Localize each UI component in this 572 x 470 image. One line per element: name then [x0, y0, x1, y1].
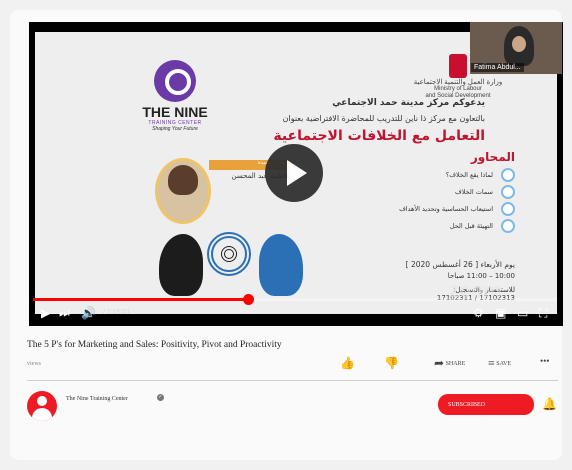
volume-icon[interactable]: 🔊 — [81, 306, 96, 320]
control-bar: ▶ ⏭ 🔊 / 1:15:01 ⚙ ▣ ▭ ⛶ — [29, 304, 563, 324]
bell-icon[interactable]: 🔔 — [542, 397, 557, 412]
ministry-arabic: وزارة العمل والتنمية الاجتماعية — [413, 79, 503, 86]
save-button[interactable]: ≡ SAVE — [488, 356, 511, 371]
subscribe-button[interactable]: SUBSCRIBED — [438, 394, 534, 415]
play-button[interactable] — [265, 144, 323, 202]
axes-item: التهيئة قبل الحل — [385, 219, 515, 233]
save-label: SAVE — [496, 360, 512, 367]
lecture-title: التعامل مع الخلافات الاجتماعية — [273, 128, 485, 144]
bullet-icon — [501, 219, 515, 233]
progress-bar[interactable] — [33, 294, 557, 305]
head-right — [259, 234, 303, 296]
time-display: / 1:15:01 — [103, 309, 131, 316]
axes-item-text: التهيئة قبل الحل — [449, 222, 493, 230]
avatar-head — [37, 396, 47, 406]
dislike-button[interactable]: 👎 — [384, 356, 399, 371]
invite-line: يدعوكم مركز مدينة حمد الاجتماعي — [332, 98, 485, 108]
axes-item: سمات الخلاف — [385, 185, 515, 199]
event-time: 10:00 – 11:00 صباحا — [447, 272, 515, 280]
play-icon[interactable]: ▶ — [41, 306, 50, 320]
axes-list: المحاور لماذا يقع الخلاف؟ سمات الخلاف اس… — [385, 150, 515, 239]
view-count: views — [27, 361, 41, 367]
verified-icon: ✓ — [157, 394, 164, 401]
fullscreen-icon[interactable]: ⛶ — [539, 306, 547, 320]
ministry-english-1: Ministry of Labour — [434, 86, 482, 92]
emblem-icon — [449, 54, 467, 78]
share-button[interactable]: ➦ SHARE — [434, 356, 465, 371]
like-button[interactable]: 👍 — [340, 356, 355, 371]
video-title: The 5 P's for Marketing and Sales: Posit… — [27, 340, 282, 350]
video-player[interactable]: THE NINE TRAINING CENTER Shaping Your Fu… — [29, 22, 563, 326]
spiral-icon — [207, 232, 251, 276]
progress-fill — [33, 298, 248, 301]
avatar[interactable] — [27, 391, 57, 421]
thumbs-down-icon: 👎 — [384, 356, 399, 370]
axes-item-text: استيعاب الحساسية وتحديد الأهداف — [399, 205, 493, 213]
axes-item: لماذا يقع الخلاف؟ — [385, 168, 515, 182]
bullet-icon — [501, 202, 515, 216]
bullet-icon — [501, 185, 515, 199]
theater-icon[interactable]: ▭ — [517, 306, 528, 320]
event-date: يوم الأربعاء [ 26 أغسطس 2020 ] — [405, 260, 515, 269]
cooperation-line: بالتعاون مع مركز ذا ناين للتدريب للمحاضر… — [282, 114, 485, 123]
playlist-add-icon: ≡ — [488, 356, 495, 370]
thumbs-up-icon: 👍 — [340, 356, 355, 370]
settings-icon[interactable]: ⚙ — [473, 306, 484, 320]
speaker-photo — [155, 158, 211, 224]
heads-illustration — [155, 228, 305, 298]
next-icon[interactable]: ⏭ — [59, 306, 70, 320]
bullet-icon — [501, 168, 515, 182]
webcam-person — [504, 26, 534, 66]
axes-item-text: سمات الخلاف — [455, 188, 493, 196]
nine-logo-mark — [154, 60, 196, 102]
axes-heading: المحاور — [470, 150, 515, 164]
more-button[interactable]: ••• — [540, 356, 549, 366]
head-left — [159, 234, 203, 296]
share-label: SHARE — [445, 360, 466, 367]
miniplayer-icon[interactable]: ▣ — [495, 306, 506, 320]
axes-item-text: لماذا يقع الخلاف؟ — [445, 171, 493, 179]
avatar-body — [32, 408, 52, 421]
axes-item: استيعاب الحساسية وتحديد الأهداف — [385, 202, 515, 216]
channel-name[interactable]: The Nine Training Center — [66, 396, 128, 402]
webcam-thumbnail: Fatima Abdul... — [470, 22, 562, 74]
divider — [27, 380, 558, 381]
share-icon: ➦ — [434, 356, 445, 370]
webcam-label: Fatima Abdul... — [471, 63, 524, 72]
